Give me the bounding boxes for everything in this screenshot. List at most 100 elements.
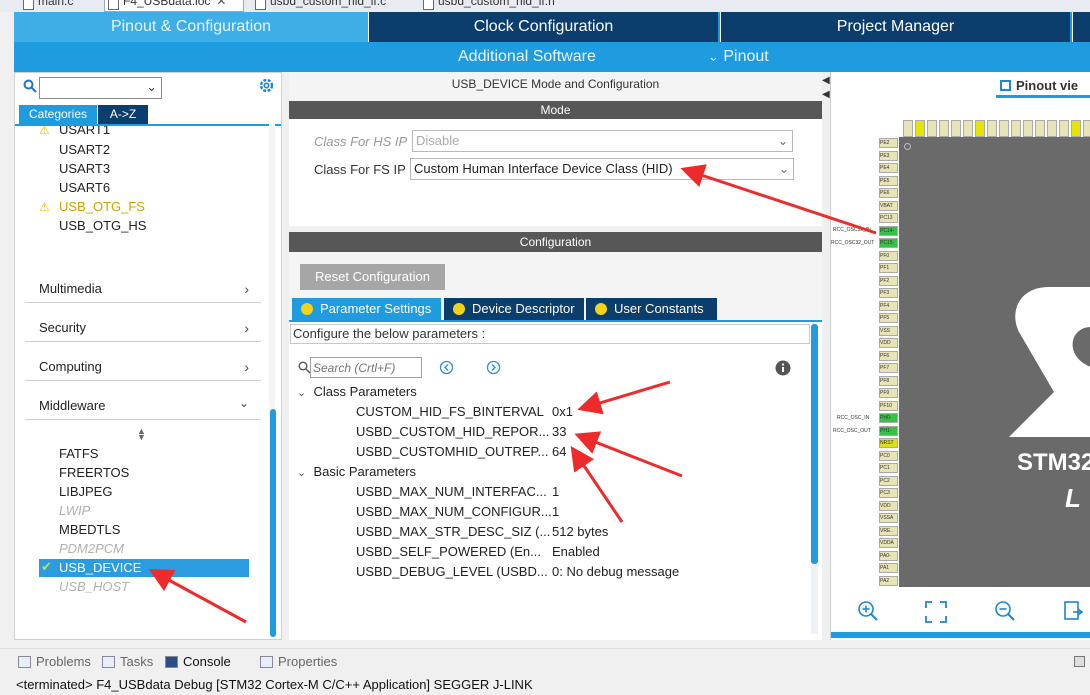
- pin[interactable]: PF7: [879, 363, 898, 373]
- tab-parameter-settings[interactable]: Parameter Settings: [292, 298, 441, 320]
- pin[interactable]: [1059, 120, 1069, 137]
- param-name[interactable]: USBD_MAX_NUM_CONFIGUR...: [356, 504, 552, 519]
- tab-pinout-view[interactable]: Pinout vie: [996, 74, 1090, 98]
- pin[interactable]: VSSA: [879, 513, 898, 523]
- tab-console[interactable]: Console: [165, 654, 231, 669]
- pin[interactable]: [975, 120, 985, 137]
- param-name[interactable]: USBD_DEBUG_LEVEL (USBD...: [356, 564, 548, 579]
- zoom-out-icon[interactable]: [994, 600, 1016, 622]
- pin[interactable]: [1071, 120, 1081, 137]
- pin[interactable]: PF1: [879, 263, 898, 273]
- collapse-arrows-icon[interactable]: ◀ ◀: [822, 74, 830, 102]
- pin[interactable]: VDDA: [879, 538, 898, 548]
- pin[interactable]: PF5: [879, 313, 898, 323]
- pin[interactable]: [999, 120, 1009, 137]
- pin[interactable]: PF3: [879, 288, 898, 298]
- pin[interactable]: [963, 120, 973, 137]
- param-value[interactable]: 0: No debug message: [552, 564, 679, 579]
- pin[interactable]: PE4: [879, 163, 898, 173]
- pin[interactable]: VDD: [879, 338, 898, 348]
- pin[interactable]: PA2: [879, 575, 898, 586]
- list-item-freertos[interactable]: FREERTOS: [59, 465, 129, 480]
- tab-categories[interactable]: Categories: [19, 105, 97, 124]
- pin[interactable]: PC2: [879, 475, 898, 486]
- pin[interactable]: PC14-: [879, 225, 898, 236]
- pin[interactable]: PF6: [879, 350, 898, 361]
- list-item-usb-device[interactable]: ✔ USB_DEVICE: [39, 559, 249, 577]
- list-item-usb-otg-hs[interactable]: USB_OTG_HS: [59, 218, 146, 233]
- list-item-libjpeg[interactable]: LIBJPEG: [59, 484, 112, 499]
- list-item-mbedtls[interactable]: MBEDTLS: [59, 522, 120, 537]
- list-item-usart6[interactable]: USART6: [59, 180, 110, 195]
- pin[interactable]: PC13: [879, 213, 898, 223]
- pin[interactable]: VSS: [879, 325, 898, 336]
- pin[interactable]: PF2: [879, 275, 898, 286]
- param-value[interactable]: 512 bytes: [552, 524, 608, 539]
- pin[interactable]: [1047, 120, 1057, 137]
- pin[interactable]: PC15-: [879, 238, 898, 248]
- param-name[interactable]: USBD_MAX_STR_DESC_SIZ (...: [356, 524, 550, 539]
- gear-icon[interactable]: [258, 77, 275, 94]
- scrollbar-thumb[interactable]: [811, 324, 818, 564]
- tab-project-manager[interactable]: Project Manager: [720, 12, 1070, 42]
- tab-tasks[interactable]: Tasks: [102, 654, 153, 669]
- search-input[interactable]: ⌄: [39, 77, 162, 99]
- param-value[interactable]: Enabled: [552, 544, 600, 559]
- param-value[interactable]: 1: [552, 484, 559, 499]
- pin[interactable]: [987, 120, 997, 137]
- tab-properties[interactable]: Properties: [260, 654, 337, 669]
- tab-device-descriptor[interactable]: Device Descriptor: [444, 298, 584, 320]
- group-computing[interactable]: Computing ›: [25, 353, 261, 381]
- sort-icon[interactable]: ▲ ▼: [137, 427, 146, 442]
- list-item-pdm2pcm[interactable]: PDM2PCM: [59, 541, 124, 556]
- export-icon[interactable]: [1063, 600, 1085, 622]
- pin[interactable]: PC1: [879, 463, 898, 473]
- pin[interactable]: [903, 120, 913, 137]
- tab-problems[interactable]: Problems: [18, 654, 91, 669]
- param-value[interactable]: 1: [552, 504, 559, 519]
- previous-icon[interactable]: [439, 360, 454, 375]
- list-item-usart2[interactable]: USART2: [59, 142, 110, 157]
- param-value[interactable]: 64: [552, 444, 566, 459]
- pin[interactable]: PE3: [879, 150, 898, 161]
- param-value[interactable]: 33: [552, 424, 566, 439]
- pin[interactable]: PF9: [879, 388, 898, 398]
- group-class-parameters[interactable]: ⌄ Class Parameters: [297, 384, 417, 399]
- mcu-chip-body[interactable]: STM32 L: [899, 137, 1090, 587]
- pin[interactable]: PC3: [879, 488, 898, 498]
- pin[interactable]: PA1: [879, 563, 898, 573]
- group-basic-parameters[interactable]: ⌄ Basic Parameters: [297, 464, 416, 479]
- close-tab-icon[interactable]: ✕: [216, 0, 226, 8]
- pin[interactable]: VDD: [879, 500, 898, 511]
- pin[interactable]: [1083, 120, 1090, 137]
- tab-clock-configuration[interactable]: Clock Configuration: [368, 12, 718, 42]
- pin[interactable]: PF8: [879, 375, 898, 386]
- pin[interactable]: PH0-: [879, 413, 898, 423]
- pin[interactable]: VBAT: [879, 200, 898, 211]
- pin[interactable]: [1035, 120, 1045, 137]
- hs-ip-select[interactable]: Disable ⌄: [412, 130, 793, 152]
- next-icon[interactable]: [486, 360, 501, 375]
- pin[interactable]: PE6: [879, 188, 898, 198]
- param-name[interactable]: USBD_CUSTOMHID_OUTREP...: [356, 444, 548, 459]
- pin[interactable]: [927, 120, 937, 137]
- tab-pinout-configuration[interactable]: Pinout & Configuration: [14, 12, 368, 42]
- param-name[interactable]: CUSTOM_HID_FS_BINTERVAL: [356, 404, 544, 419]
- tab-a-z[interactable]: A->Z: [98, 105, 148, 124]
- pin[interactable]: PA0-: [879, 550, 898, 561]
- pinout-menu[interactable]: ⌄ Pinout: [708, 42, 769, 72]
- pin[interactable]: PF0: [879, 250, 898, 261]
- pin[interactable]: VRE..: [879, 525, 898, 536]
- param-value[interactable]: 0x1: [552, 404, 573, 419]
- info-icon[interactable]: [775, 360, 791, 376]
- scrollbar-thumb[interactable]: [270, 409, 276, 637]
- minimize-icon[interactable]: [1074, 656, 1085, 667]
- pin[interactable]: [939, 120, 949, 137]
- pin[interactable]: [1023, 120, 1033, 137]
- parameter-search-input[interactable]: [310, 357, 422, 378]
- pin[interactable]: [1011, 120, 1021, 137]
- list-item-fatfs[interactable]: FATFS: [59, 446, 98, 461]
- list-item-usart3[interactable]: USART3: [59, 161, 110, 176]
- reset-configuration-button[interactable]: Reset Configuration: [300, 264, 445, 290]
- fs-ip-select[interactable]: Custom Human Interface Device Class (HID…: [410, 158, 794, 180]
